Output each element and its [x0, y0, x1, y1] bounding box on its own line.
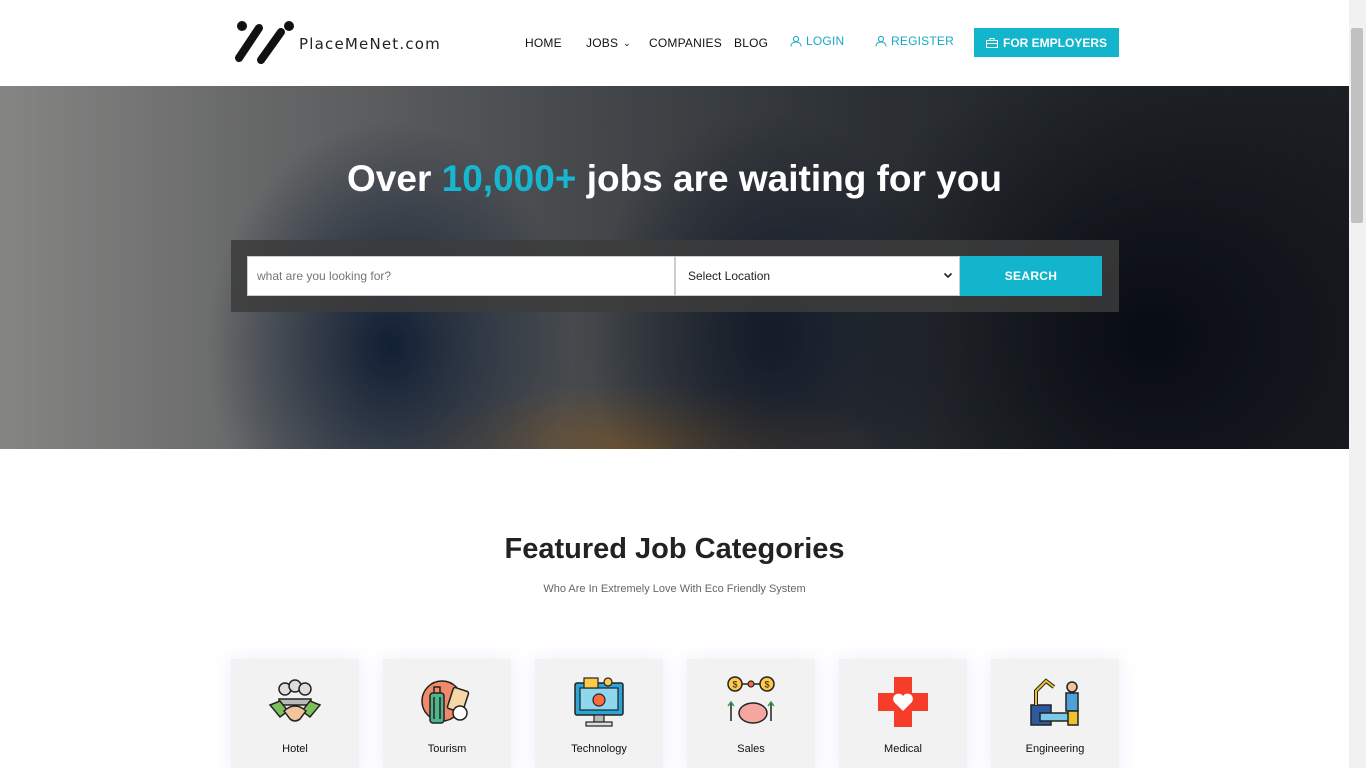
- category-card-engineering[interactable]: Engineering: [991, 659, 1119, 768]
- nav-login[interactable]: LOGIN: [790, 34, 844, 48]
- nav-register[interactable]: REGISTER: [875, 34, 954, 48]
- category-label: Tourism: [427, 743, 467, 755]
- hero-title-pre: Over: [347, 158, 432, 199]
- briefcase-icon: [985, 37, 998, 48]
- hero-title: Over 10,000+ jobs are waiting for you: [0, 158, 1349, 200]
- category-label: Technology: [571, 743, 627, 755]
- category-label: Medical: [884, 743, 922, 755]
- nav-jobs[interactable]: JOBS ⌄: [586, 36, 631, 50]
- nav-home[interactable]: HOME: [525, 36, 562, 50]
- user-icon: [790, 35, 802, 47]
- hero-title-post: jobs are waiting for you: [586, 158, 1002, 199]
- svg-text:$: $: [764, 680, 769, 690]
- category-cards: Hotel Tourism Technology $ $ Sales Medic…: [231, 659, 1119, 768]
- location-select[interactable]: Select Location: [675, 256, 960, 296]
- svg-text:$: $: [732, 680, 737, 690]
- category-label: Hotel: [282, 743, 308, 755]
- piggy-bank-icon: $ $: [727, 676, 775, 724]
- luggage-icon: [421, 680, 470, 724]
- for-employers-button[interactable]: FOR EMPLOYERS: [974, 28, 1119, 57]
- category-card-tourism[interactable]: Tourism: [383, 659, 511, 768]
- nav-register-label: REGISTER: [891, 34, 954, 48]
- category-card-sales[interactable]: $ $ Sales: [687, 659, 815, 768]
- handshake-icon: [268, 679, 322, 722]
- location-selected: Select Location: [688, 269, 771, 283]
- nav-blog[interactable]: BLOG: [734, 36, 768, 50]
- nav-login-label: LOGIN: [806, 34, 845, 48]
- search-input[interactable]: [247, 256, 675, 296]
- computer-icon: [574, 677, 624, 727]
- scrollbar-thumb[interactable]: [1351, 28, 1363, 223]
- category-card-technology[interactable]: Technology: [535, 659, 663, 768]
- job-search-form: Select Location SEARCH: [231, 240, 1119, 312]
- featured-subtitle: Who Are In Extremely Love With Eco Frien…: [543, 583, 806, 595]
- for-employers-label: FOR EMPLOYERS: [1002, 35, 1107, 50]
- engineer-robot-arm-icon: [1030, 678, 1079, 726]
- hero-title-accent: 10,000+: [441, 158, 577, 199]
- nav-jobs-label: JOBS: [586, 36, 619, 50]
- category-label: Sales: [737, 743, 765, 755]
- main-nav: HOME JOBS ⌄ COMPANIES BLOG LOGIN REGISTE…: [0, 0, 1349, 86]
- category-card-hotel[interactable]: Hotel: [231, 659, 359, 768]
- page-scrollbar[interactable]: [1349, 0, 1366, 768]
- site-header: PlaceMeNet.com HOME JOBS ⌄ COMPANIES BLO…: [0, 0, 1349, 86]
- category-label: Engineering: [1025, 743, 1085, 755]
- category-card-medical[interactable]: Medical: [839, 659, 967, 768]
- chevron-down-icon: ⌄: [623, 37, 631, 48]
- featured-title: Featured Job Categories: [504, 533, 845, 565]
- hero-banner: Over 10,000+ jobs are waiting for you Se…: [0, 86, 1349, 449]
- chevron-down-icon: [943, 272, 953, 279]
- search-button[interactable]: SEARCH: [960, 256, 1102, 296]
- user-icon: [875, 35, 887, 47]
- medical-cross-icon: [878, 677, 928, 727]
- nav-companies[interactable]: COMPANIES: [649, 36, 722, 50]
